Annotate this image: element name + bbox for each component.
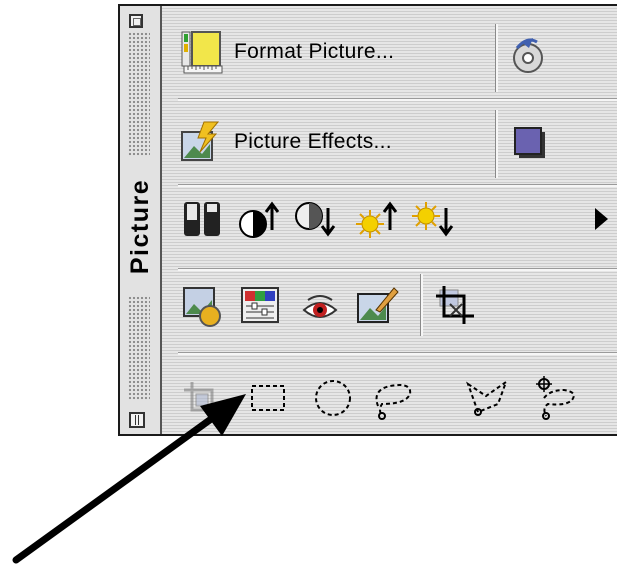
annotation-arrow xyxy=(12,394,246,564)
